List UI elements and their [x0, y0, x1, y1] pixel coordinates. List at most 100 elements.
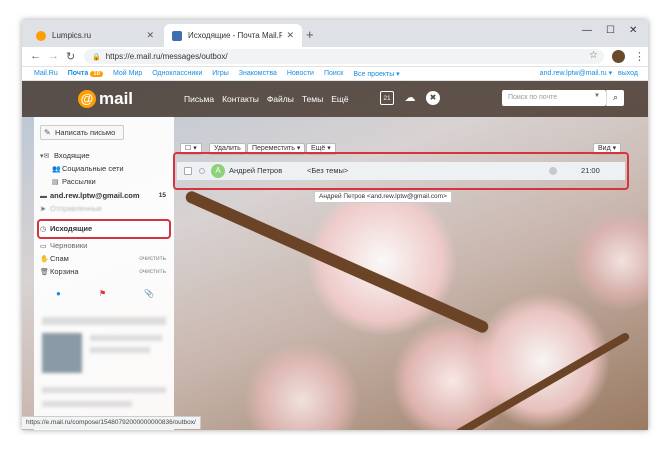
trash-icon: 🗑	[40, 269, 49, 276]
search-options-icon[interactable]: ▼	[594, 93, 600, 99]
tab-strip: Lumpics.ru ✕ Исходящие - Почта Mail.Ru ✕…	[22, 20, 648, 47]
mail-area: @ mail Письма Контакты Файлы Темы Ещё 21…	[22, 81, 648, 430]
folder-icon: ▬	[40, 193, 47, 200]
calendar-icon[interactable]: 21	[380, 91, 394, 105]
games-icon[interactable]: ✖	[426, 91, 440, 105]
ad-placeholder	[90, 335, 162, 341]
folder-outbox[interactable]: ◷ Исходящие	[40, 223, 170, 235]
search-input[interactable]: Поиск по почте ▼	[502, 90, 606, 106]
folder-sent[interactable]: ➤ Отправленные	[40, 203, 170, 215]
new-tab-button[interactable]: +	[306, 27, 314, 42]
portal-link-dating[interactable]: Знакомства	[239, 70, 277, 77]
tab-lumpics[interactable]: Lumpics.ru ✕	[28, 24, 162, 47]
mail-header: @ mail Письма Контакты Файлы Темы Ещё 21…	[22, 81, 648, 117]
portal-link-ok[interactable]: Одноклассники	[152, 70, 202, 77]
envelope-icon: ▾✉	[40, 153, 50, 160]
folder-label: Входящие	[54, 151, 90, 160]
clock-icon: ◷	[40, 226, 47, 233]
tab-title: Lumpics.ru	[52, 31, 92, 40]
nav-files[interactable]: Файлы	[267, 94, 294, 104]
portal-link-mymir[interactable]: Мой Мир	[113, 70, 142, 77]
sidebar-filters: ● ⚑ 📎	[34, 289, 174, 303]
folder-label: Корзина	[50, 267, 79, 276]
address-bar[interactable]: 🔒 https://e.mail.ru/messages/outbox/ ☆	[84, 49, 604, 64]
nav-more[interactable]: Ещё	[331, 94, 348, 104]
portal-link-search[interactable]: Поиск	[324, 70, 343, 77]
back-arrow-icon[interactable]: ←	[30, 50, 41, 62]
portal-bar: Mail.Ru Почта 10 Мой Мир Одноклассники Иг…	[22, 67, 648, 81]
spam-icon: ✋	[40, 256, 49, 263]
sidebar: ✎ Написать письмо ▾✉ Входящие 👥Социальные…	[34, 117, 174, 430]
flag-filter-icon[interactable]: ⚑	[99, 289, 106, 298]
portal-link-news[interactable]: Новости	[287, 70, 314, 77]
ad-placeholder	[42, 333, 82, 373]
folder-newsletters[interactable]: ▤ Рассылки	[52, 176, 170, 188]
folder-label: Рассылки	[62, 177, 96, 186]
portal-link-mail-label: Почта	[67, 70, 89, 77]
lock-icon: 🔒	[92, 53, 101, 61]
cloud-icon[interactable]: ☁	[403, 91, 417, 105]
tab-mail-outbox[interactable]: Исходящие - Почта Mail.Ru ✕	[164, 24, 302, 47]
search-icon[interactable]: ⌕	[606, 90, 624, 106]
mail-favicon-icon	[172, 30, 182, 41]
nav-letters[interactable]: Письма	[184, 94, 214, 104]
browser-toolbar: ← → ↻ 🔒 https://e.mail.ru/messages/outbo…	[22, 47, 648, 67]
portal-link-mailru[interactable]: Mail.Ru	[34, 70, 58, 77]
maximize-icon[interactable]: ☐	[606, 25, 615, 36]
portal-link-games[interactable]: Игры	[212, 70, 229, 77]
tab-title: Исходящие - Почта Mail.Ru	[188, 31, 283, 40]
draft-icon: ▭	[40, 243, 47, 250]
nav-contacts[interactable]: Контакты	[222, 94, 259, 104]
portal-link-mail[interactable]: Почта 10	[68, 70, 103, 77]
pencil-icon: ✎	[44, 128, 51, 137]
ad-placeholder	[42, 387, 166, 393]
logout-link[interactable]: выход	[618, 70, 638, 77]
folder-spam[interactable]: ✋Спам очистить	[40, 253, 170, 265]
portal-user-area: and.rew.lptw@mail.ru ▾ выход	[540, 69, 638, 77]
compose-button[interactable]: ✎ Написать письмо	[40, 125, 124, 140]
folder-social[interactable]: 👥Социальные сети	[52, 163, 170, 175]
browser-menu-icon[interactable]: ⋮	[634, 50, 645, 63]
lumpics-favicon-icon	[36, 30, 46, 41]
folder-inbox[interactable]: ▾✉ Входящие	[40, 150, 170, 162]
sent-icon: ➤	[40, 206, 46, 213]
folder-label: Исходящие	[50, 224, 93, 233]
folder-gmail[interactable]: ▬ and.rew.lptw@gmail.com 15	[40, 190, 170, 202]
folder-label: and.rew.lptw@gmail.com	[50, 191, 140, 200]
extension-icon[interactable]	[612, 50, 625, 63]
browser-window: Lumpics.ru ✕ Исходящие - Почта Mail.Ru ✕…	[22, 20, 648, 430]
folder-trash[interactable]: 🗑Корзина очистить	[40, 266, 170, 278]
search-placeholder: Поиск по почте	[508, 94, 558, 101]
newsletter-icon: ▤	[52, 179, 59, 186]
forward-arrow-icon[interactable]: →	[48, 50, 59, 62]
header-nav: Письма Контакты Файлы Темы Ещё	[184, 94, 357, 104]
compose-label: Написать письмо	[55, 128, 116, 137]
tab-close-icon[interactable]: ✕	[146, 30, 154, 41]
ad-placeholder	[90, 347, 150, 353]
user-email-menu[interactable]: and.rew.lptw@mail.ru ▾	[540, 70, 612, 77]
at-sign-icon: @	[78, 90, 96, 108]
portal-link-all-projects[interactable]: Все проекты ▾	[353, 70, 399, 78]
minimize-icon[interactable]: —	[582, 25, 592, 36]
ad-placeholder	[42, 401, 132, 407]
folder-drafts[interactable]: ▭ Черновики	[40, 240, 170, 252]
logo-text: mail	[99, 89, 134, 108]
close-window-icon[interactable]: ✕	[629, 25, 637, 36]
message-highlight	[173, 152, 629, 190]
unread-count: 15	[158, 192, 166, 199]
status-bar-url: https://e.mail.ru/compose/15480792000000…	[22, 416, 201, 429]
reload-icon[interactable]: ↻	[66, 50, 75, 63]
nav-themes[interactable]: Темы	[302, 94, 323, 104]
mail-logo[interactable]: @ mail	[78, 89, 133, 109]
unread-filter-icon[interactable]: ●	[56, 289, 61, 298]
tab-close-icon[interactable]: ✕	[286, 30, 294, 41]
bookmark-star-icon[interactable]: ☆	[589, 50, 598, 61]
clear-trash-link[interactable]: очистить	[139, 266, 166, 278]
url-text: https://e.mail.ru/messages/outbox/	[105, 52, 228, 61]
clear-spam-link[interactable]: очистить	[139, 253, 166, 265]
folder-label: Социальные сети	[62, 164, 124, 173]
attachment-filter-icon[interactable]: 📎	[144, 289, 154, 298]
folder-label: Черновики	[50, 241, 88, 250]
folder-label: Спам	[50, 254, 69, 263]
sender-tooltip: Андрей Петров <and.rew.lptw@gmail.com>	[314, 191, 452, 203]
